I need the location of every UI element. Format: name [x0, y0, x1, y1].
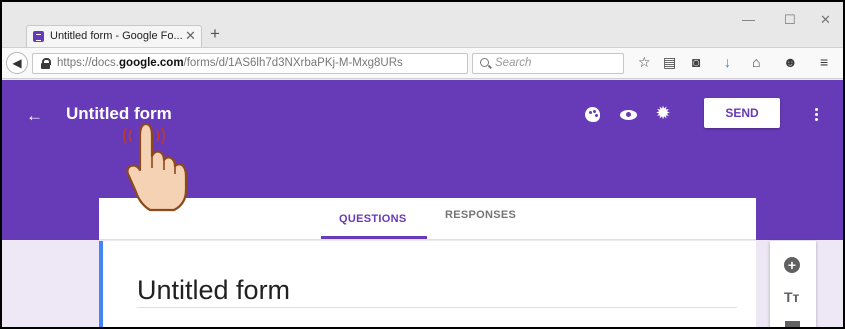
reader-icon[interactable]: ▤ [663, 54, 676, 71]
chat-icon[interactable]: ☻ [783, 54, 798, 70]
form-title-input[interactable]: Untitled form [137, 275, 290, 306]
url-text: https://docs.google.com/forms/d/1AS6lh7d… [57, 57, 403, 69]
add-question-icon[interactable]: + [784, 257, 800, 273]
forms-favicon-icon [33, 31, 44, 42]
title-underline [137, 307, 737, 308]
form-title-card: Untitled form [99, 241, 756, 327]
pocket-icon[interactable]: ◙ [692, 54, 700, 70]
tab-questions[interactable]: QUESTIONS [339, 213, 407, 225]
menu-icon[interactable]: ≡ [820, 54, 828, 70]
tab-close-icon[interactable]: ✕ [185, 28, 196, 44]
browser-back-button[interactable]: ◀ [6, 52, 28, 74]
navigation-bar: ◀ https://docs.google.com/forms/d/1AS6lh… [2, 47, 843, 79]
minimize-button[interactable]: — [742, 12, 755, 27]
hand-pointer-icon [123, 122, 188, 212]
eye-icon[interactable] [620, 106, 638, 124]
gear-icon[interactable]: ✹ [654, 104, 672, 122]
tab-title: Untitled form - Google Fo... [50, 30, 183, 42]
search-placeholder: Search [495, 57, 532, 69]
address-bar[interactable]: https://docs.google.com/forms/d/1AS6lh7d… [32, 53, 486, 74]
more-vert-icon[interactable] [815, 108, 819, 122]
tab-strip: Untitled form - Google Fo... ✕ + — ☐ ✕ [2, 2, 843, 47]
back-arrow-icon[interactable]: ← [26, 106, 43, 126]
browser-window: Untitled form - Google Fo... ✕ + — ☐ ✕ ◀… [2, 2, 843, 327]
new-tab-button[interactable]: + [210, 24, 220, 44]
download-icon[interactable]: ↓ [724, 54, 731, 70]
search-icon [480, 58, 489, 67]
active-tab-indicator [321, 236, 427, 239]
side-toolbar: + Tт [770, 241, 816, 327]
palette-icon[interactable] [584, 106, 602, 124]
home-icon[interactable]: ⌂ [752, 54, 760, 70]
search-input[interactable]: Search [472, 53, 624, 74]
close-window-button[interactable]: ✕ [820, 12, 831, 28]
add-title-icon[interactable]: Tт [784, 289, 799, 305]
browser-tab[interactable]: Untitled form - Google Fo... ✕ [26, 25, 202, 47]
maximize-button[interactable]: ☐ [784, 12, 796, 28]
star-icon[interactable]: ☆ [638, 54, 651, 71]
add-image-icon[interactable] [785, 321, 800, 327]
send-button[interactable]: SEND [704, 98, 780, 128]
lock-icon [41, 58, 51, 69]
tab-responses[interactable]: RESPONSES [445, 209, 516, 221]
